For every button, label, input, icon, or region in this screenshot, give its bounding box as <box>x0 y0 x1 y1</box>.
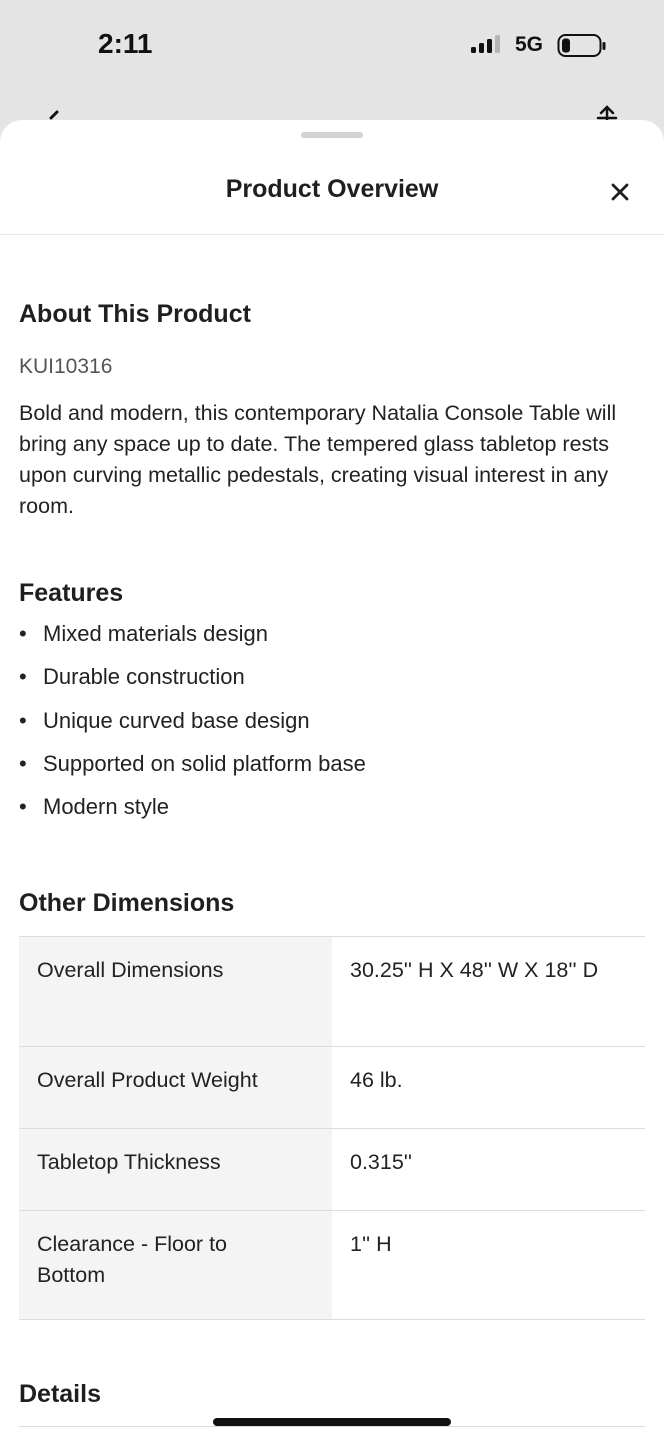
close-button[interactable] <box>604 176 636 208</box>
dimension-value: 30.25'' H X 48'' W X 18'' D <box>350 958 599 982</box>
back-chevron-icon <box>49 110 59 120</box>
dimension-value: 1'' H <box>350 1232 392 1256</box>
dimensions-heading: Other Dimensions <box>19 889 235 917</box>
bullet-icon: • <box>19 794 27 820</box>
feature-text: Mixed materials design <box>43 621 268 646</box>
bullet-icon: • <box>19 621 27 646</box>
table-row: Clearance - Floor to Bottom 1'' H <box>19 1211 645 1320</box>
dimensions-table: Overall Dimensions 30.25'' H X 48'' W X … <box>19 936 645 1320</box>
bullet-icon: • <box>19 750 27 776</box>
dimension-value: 0.315'' <box>350 1150 413 1174</box>
background-nav-peek <box>49 105 618 120</box>
product-sku: KUI10316 <box>19 355 113 378</box>
feature-item: • Unique curved base design <box>19 708 366 751</box>
sheet-header: Product Overview <box>0 120 664 235</box>
product-overview-sheet: Product Overview About This Product KUI1… <box>0 120 664 1440</box>
table-row: Tabletop Thickness 0.315'' <box>19 1129 645 1211</box>
dimension-label: Clearance - Floor to Bottom <box>19 1211 332 1319</box>
network-type: 5G <box>515 33 544 56</box>
dimension-label: Overall Dimensions <box>19 937 332 1046</box>
feature-item: • Mixed materials design <box>19 621 366 664</box>
cellular-signal-icon <box>471 35 500 53</box>
feature-item: • Durable construction <box>19 664 366 707</box>
bullet-icon: • <box>19 707 27 733</box>
status-bar: 2:11 5G <box>0 0 664 96</box>
features-list: • Mixed materials design • Durable constru… <box>19 621 366 837</box>
divider <box>19 1426 645 1427</box>
sheet-title: Product Overview <box>225 175 439 203</box>
details-heading: Details <box>19 1380 101 1408</box>
feature-text: Supported on solid platform base <box>43 750 366 776</box>
home-indicator[interactable] <box>213 1418 451 1426</box>
feature-text: Durable construction <box>43 664 245 690</box>
dimension-label: Tabletop Thickness <box>19 1129 332 1210</box>
about-heading: About This Product <box>19 300 251 328</box>
feature-item: • Modern style <box>19 794 366 837</box>
battery-low-icon <box>557 34 606 57</box>
feature-text: Modern style <box>43 794 169 820</box>
status-time: 2:11 <box>98 28 153 59</box>
close-icon <box>611 183 629 201</box>
table-row: Overall Dimensions 30.25'' H X 48'' W X … <box>19 937 645 1047</box>
feature-text: Unique curved base design <box>43 707 310 733</box>
table-row: Overall Product Weight 46 lb. <box>19 1047 645 1129</box>
dimension-label: Overall Product Weight <box>19 1047 332 1128</box>
bullet-icon: • <box>19 664 27 690</box>
product-description: Bold and modern, this contemporary Natal… <box>19 401 617 518</box>
share-icon <box>596 105 618 120</box>
features-heading: Features <box>19 579 124 607</box>
dimension-value: 46 lb. <box>350 1068 403 1092</box>
feature-item: • Supported on solid platform base <box>19 751 366 794</box>
